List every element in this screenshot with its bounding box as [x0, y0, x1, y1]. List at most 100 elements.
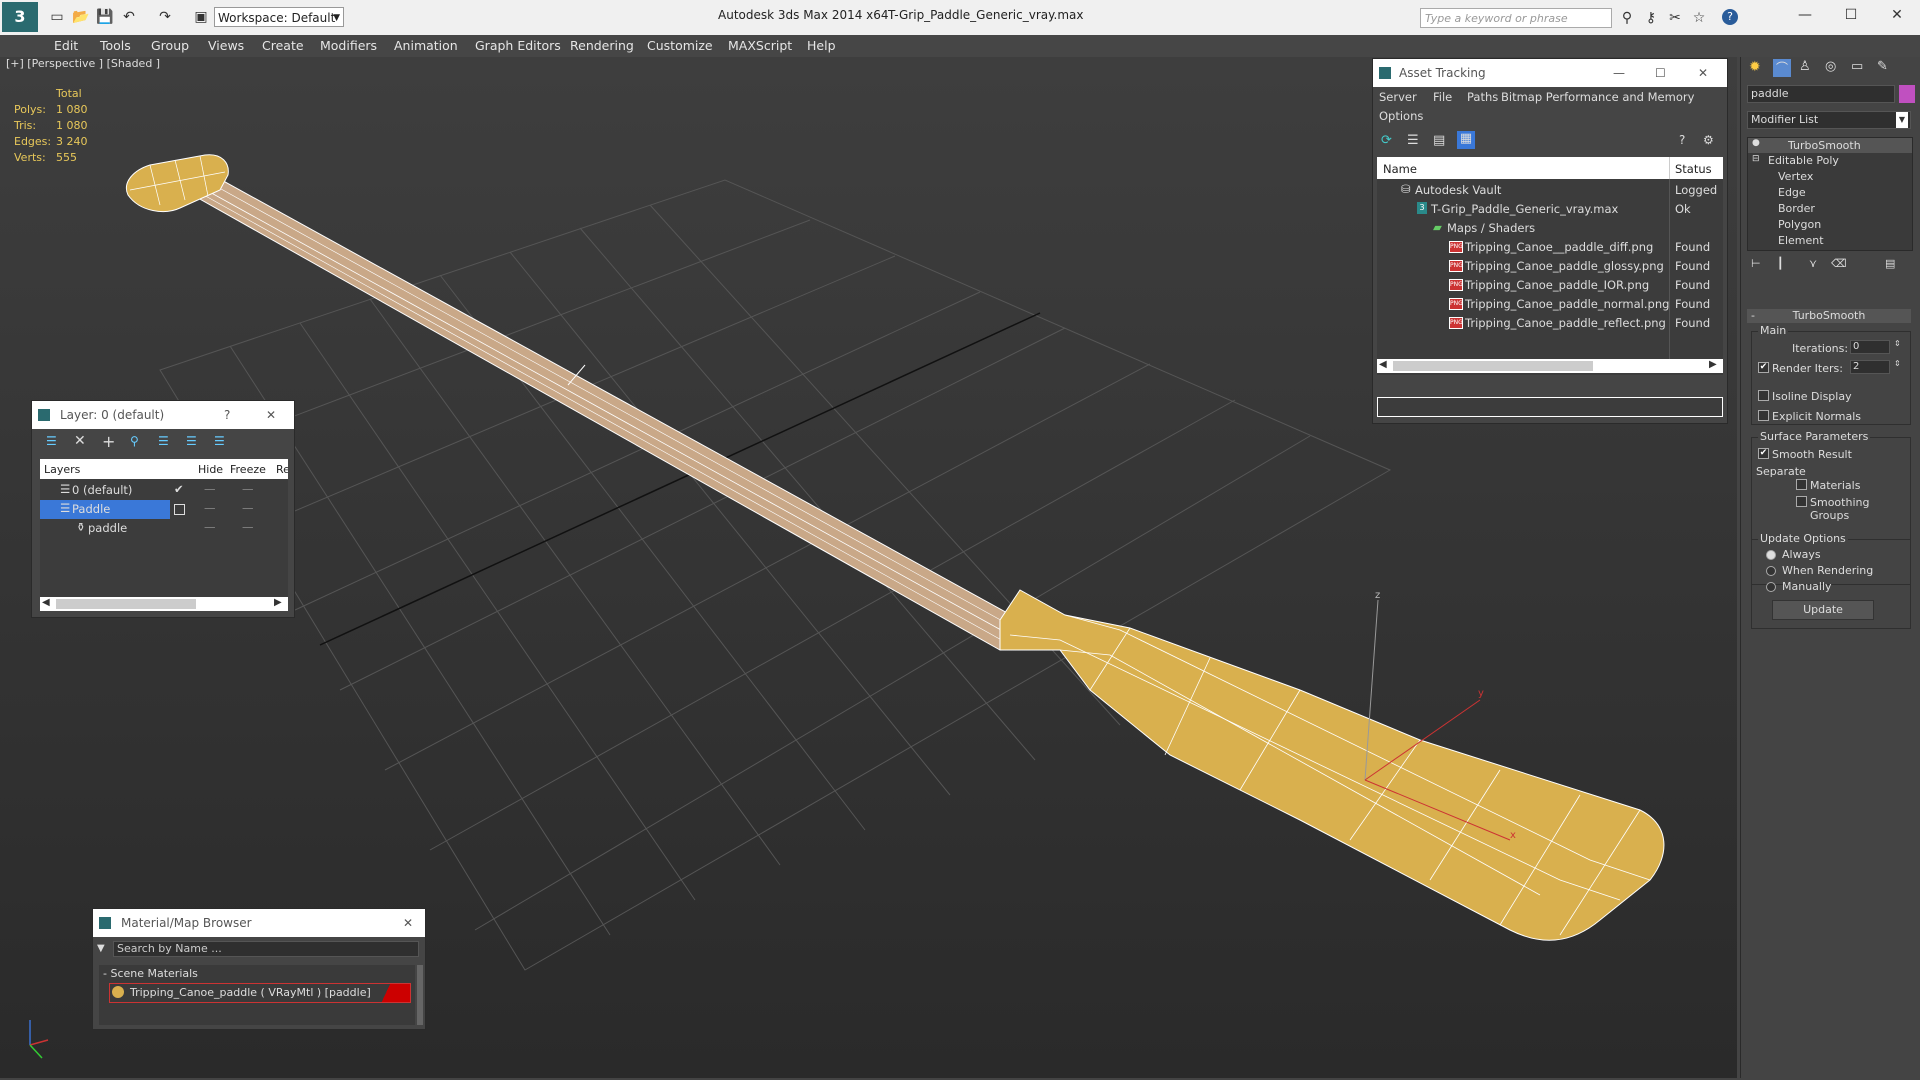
table-view-icon[interactable]: ▤ — [1433, 133, 1445, 148]
iterations-spinner[interactable]: 0 — [1850, 340, 1890, 354]
object-name-field[interactable]: paddle — [1747, 85, 1895, 103]
grid-view-icon[interactable]: ▦ — [1457, 131, 1475, 149]
layer-row[interactable]: ☰ 0 (default) ✔ — — — [40, 481, 288, 500]
spinner-arrows-icon[interactable]: ⇕ — [1894, 339, 1901, 348]
asset-path-field[interactable] — [1377, 397, 1723, 417]
material-browser-titlebar[interactable]: Material/Map Browser ✕ — [93, 909, 425, 937]
asset-row[interactable]: PNG Tripping_Canoe_paddle_normal.png Fou… — [1377, 295, 1723, 314]
spinner-arrows-icon[interactable]: ⇕ — [1894, 359, 1901, 368]
always-radio[interactable] — [1766, 550, 1776, 560]
tools-icon[interactable]: ✂ — [1666, 9, 1684, 27]
filter-dropdown-icon[interactable]: ▼ — [97, 943, 105, 954]
hide-toggle[interactable]: — — [204, 501, 216, 515]
help-icon[interactable]: ? — [224, 408, 230, 422]
scene-materials-group[interactable]: - Scene Materials — [103, 967, 198, 980]
smooth-result-checkbox[interactable]: ✔ — [1758, 448, 1769, 459]
manually-radio[interactable] — [1766, 582, 1776, 592]
close-icon[interactable]: ✕ — [266, 408, 276, 422]
asset-tracking-titlebar[interactable]: Asset Tracking — ☐ ✕ — [1373, 59, 1727, 87]
minimize-icon[interactable]: — — [1796, 6, 1814, 24]
menu-group[interactable]: Group — [151, 38, 189, 53]
new-file-icon[interactable]: ▭ — [48, 8, 66, 26]
stack-item-vertex[interactable]: Vertex — [1778, 170, 1813, 183]
menu-help[interactable]: Help — [807, 38, 836, 53]
binoculars-icon[interactable]: ⚲ — [1618, 9, 1636, 27]
column-status[interactable]: Status — [1675, 162, 1712, 176]
menu-file[interactable]: File — [1433, 90, 1452, 104]
object-color-swatch[interactable] — [1899, 85, 1915, 103]
stack-item-turbosmooth[interactable]: ● TurboSmooth — [1748, 138, 1912, 153]
menu-graph-editors[interactable]: Graph Editors — [475, 38, 561, 53]
utilities-tab-icon[interactable]: ✎ — [1877, 59, 1888, 74]
delete-layer-icon[interactable]: ✕ — [74, 433, 86, 449]
create-layer-icon[interactable]: ☰ — [46, 434, 57, 448]
scroll-thumb[interactable] — [1393, 361, 1593, 371]
configure-sets-icon[interactable]: ▤ — [1885, 257, 1895, 270]
key-icon[interactable]: ⚷ — [1642, 9, 1660, 27]
modify-tab-icon[interactable]: ⌒ — [1773, 59, 1791, 77]
hide-all-icon[interactable]: ☰ — [186, 434, 197, 448]
explicit-normals-checkbox[interactable] — [1758, 410, 1769, 421]
active-layer-checkbox[interactable] — [174, 504, 185, 515]
menu-paths[interactable]: Paths — [1467, 90, 1498, 104]
close-icon[interactable]: ✕ — [403, 916, 413, 930]
undo-icon[interactable]: ↶ — [120, 8, 138, 26]
scroll-right-icon[interactable]: ▶ — [274, 597, 282, 608]
scroll-left-icon[interactable]: ◀ — [1379, 359, 1387, 370]
lightbulb-icon[interactable]: ● — [1752, 138, 1760, 148]
scroll-right-icon[interactable]: ▶ — [1709, 359, 1717, 370]
add-to-layer-icon[interactable]: + — [102, 432, 115, 451]
help-icon[interactable]: ? — [1679, 133, 1685, 147]
hide-toggle[interactable]: — — [204, 520, 216, 534]
asset-row[interactable]: PNG Tripping_Canoe_paddle_reflect.png Fo… — [1377, 314, 1723, 333]
layer-row-selected[interactable]: ☰ Paddle — — — [40, 500, 288, 519]
freeze-toggle[interactable]: — — [242, 501, 254, 515]
column-render[interactable]: Re — [276, 463, 288, 476]
maximize-icon[interactable]: ☐ — [1842, 6, 1860, 24]
freeze-toggle[interactable]: — — [242, 482, 254, 496]
redo-icon[interactable]: ↷ — [156, 8, 174, 26]
refresh-icon[interactable]: ⟳ — [1381, 133, 1392, 148]
workspace-dropdown[interactable]: Workspace: Default ▼ — [214, 7, 344, 27]
smoothing-groups-checkbox[interactable] — [1796, 496, 1807, 507]
column-hide[interactable]: Hide — [198, 463, 223, 476]
column-freeze[interactable]: Freeze — [230, 463, 266, 476]
scroll-left-icon[interactable]: ◀ — [42, 597, 50, 608]
update-button[interactable]: Update — [1772, 600, 1874, 620]
menu-edit[interactable]: Edit — [54, 38, 78, 53]
save-icon[interactable]: 💾 — [96, 8, 114, 26]
menu-customize[interactable]: Customize — [647, 38, 713, 53]
stack-item-polygon[interactable]: Polygon — [1778, 218, 1821, 231]
horizontal-scrollbar[interactable]: ◀ ▶ — [40, 597, 288, 611]
layer-row[interactable]: ⚱ paddle — — — [40, 519, 288, 538]
help-icon[interactable]: ? — [1722, 9, 1738, 25]
asset-row[interactable]: ▰ Maps / Shaders — [1377, 219, 1723, 238]
asset-row[interactable]: 3 T-Grip_Paddle_Generic_vray.max Ok — [1377, 200, 1723, 219]
column-layers[interactable]: Layers — [44, 463, 80, 476]
stack-item-border[interactable]: Border — [1778, 202, 1815, 215]
layer-titlebar[interactable]: Layer: 0 (default) ? ✕ — [32, 401, 294, 429]
menu-views[interactable]: Views — [208, 38, 244, 53]
select-layer-icon[interactable]: ⚲ — [130, 434, 139, 448]
asset-row[interactable]: PNG Tripping_Canoe__paddle_diff.png Foun… — [1377, 238, 1723, 257]
star-icon[interactable]: ☆ — [1690, 9, 1708, 27]
scroll-thumb[interactable] — [56, 599, 196, 609]
remove-modifier-icon[interactable]: ⌫ — [1831, 257, 1847, 270]
stack-item-element[interactable]: Element — [1778, 234, 1824, 247]
when-rendering-radio[interactable] — [1766, 566, 1776, 576]
menu-animation[interactable]: Animation — [394, 38, 458, 53]
close-icon[interactable]: ✕ — [1888, 6, 1906, 24]
horizontal-scrollbar[interactable]: ◀ ▶ — [1377, 359, 1723, 373]
motion-tab-icon[interactable]: ◎ — [1825, 59, 1836, 74]
display-tab-icon[interactable]: ▭ — [1851, 59, 1863, 74]
menu-create[interactable]: Create — [262, 38, 304, 53]
asset-row[interactable]: PNG Tripping_Canoe_paddle_IOR.png Found — [1377, 276, 1723, 295]
hide-toggle[interactable]: — — [204, 482, 216, 496]
hierarchy-tab-icon[interactable]: ♙ — [1799, 59, 1811, 74]
open-file-icon[interactable]: 📂 — [72, 8, 90, 26]
menu-maxscript[interactable]: MAXScript — [728, 38, 792, 53]
vertical-scrollbar[interactable] — [417, 965, 423, 1025]
menu-modifiers[interactable]: Modifiers — [320, 38, 377, 53]
highlight-layer-icon[interactable]: ☰ — [158, 434, 169, 448]
maximize-icon[interactable]: ☐ — [1655, 66, 1666, 80]
